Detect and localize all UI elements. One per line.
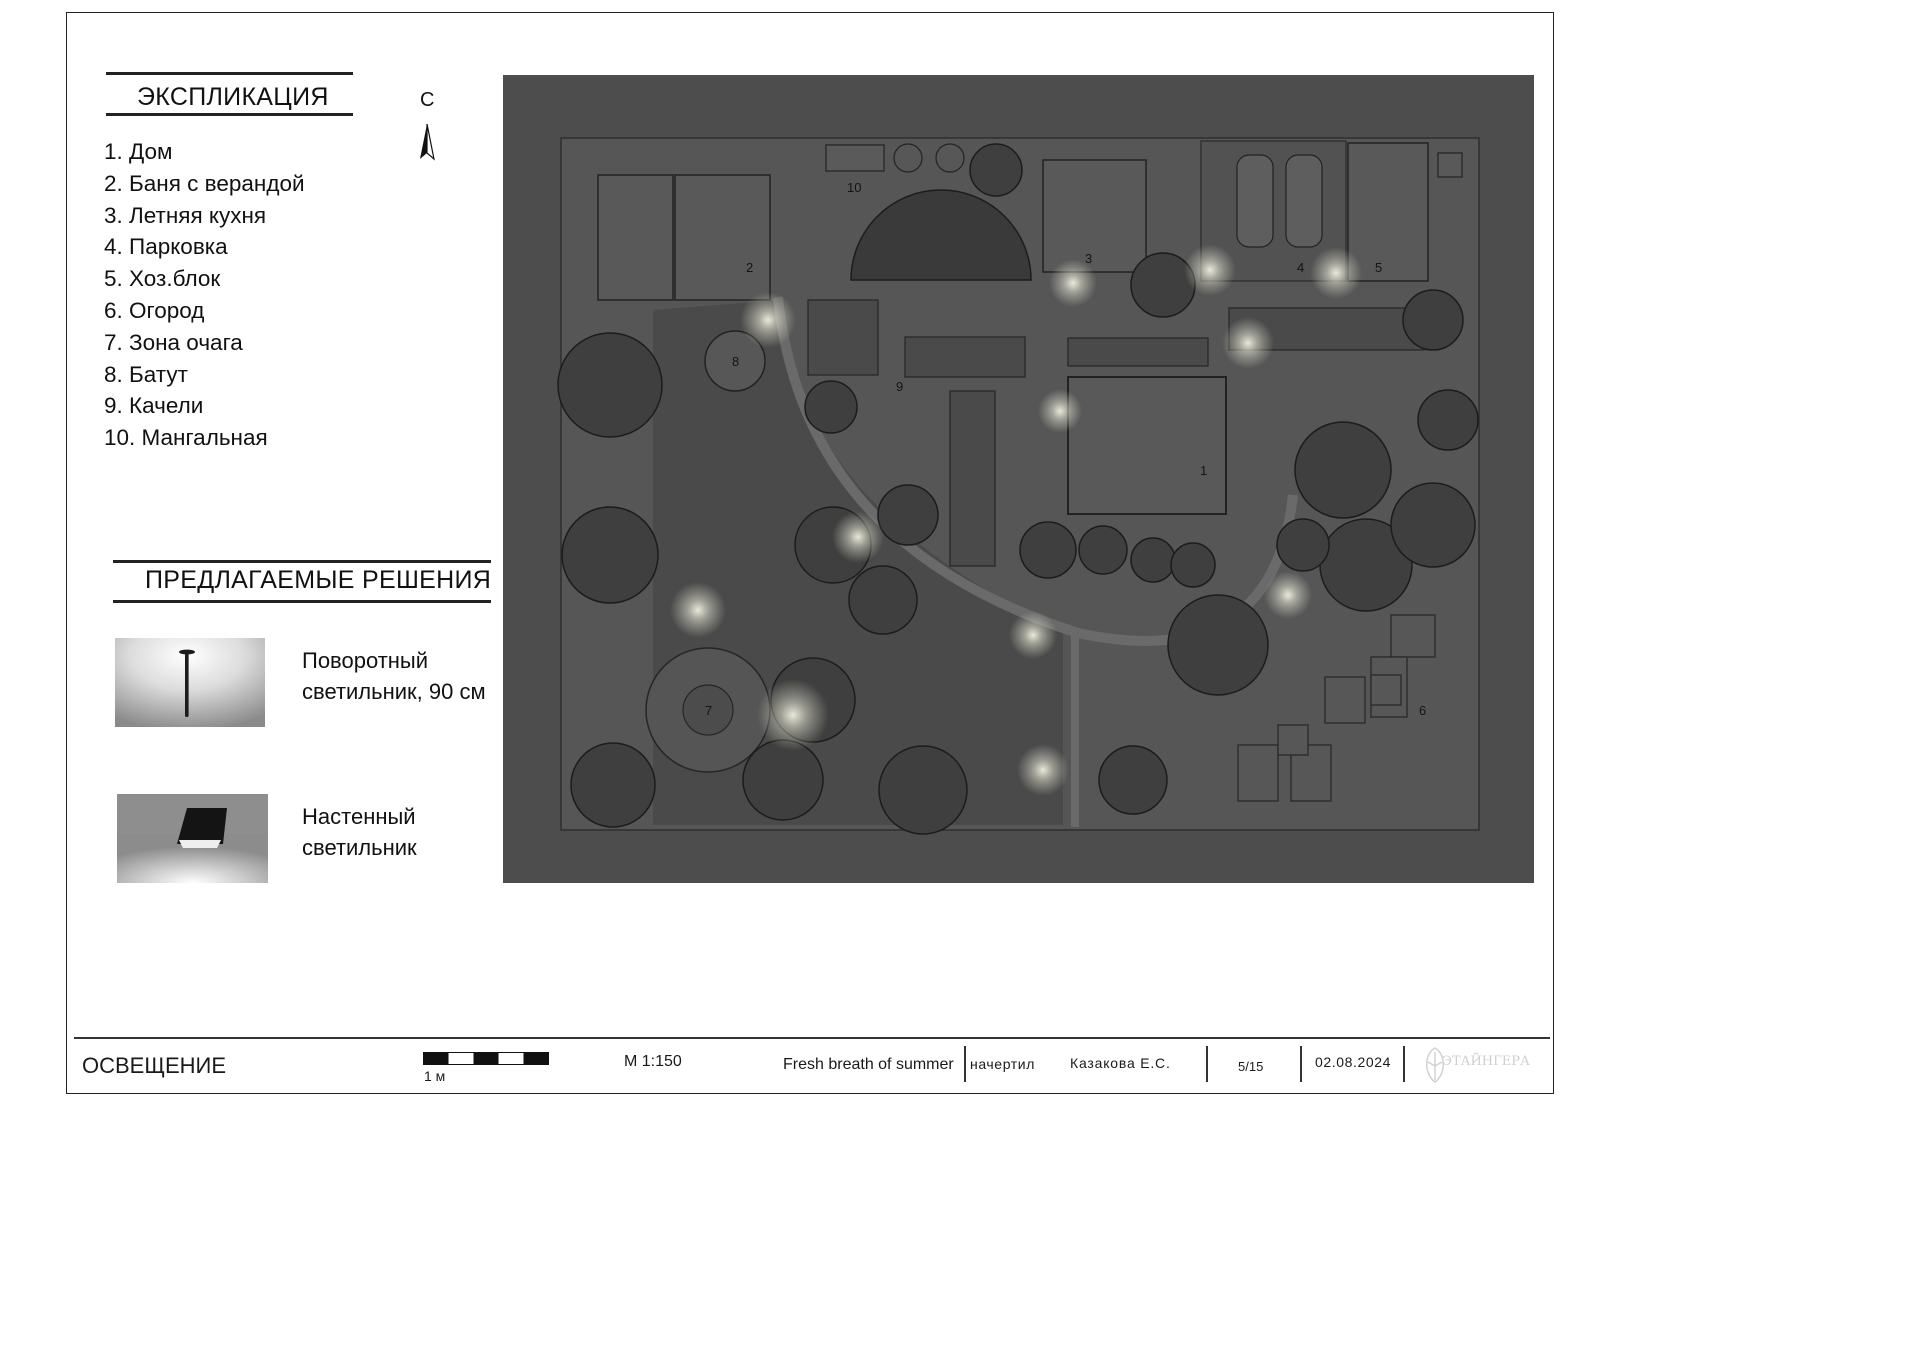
planter — [935, 143, 965, 173]
sheet-number: 5/15 — [1238, 1059, 1264, 1074]
planter — [893, 143, 923, 173]
title-block-rule — [74, 1037, 1550, 1039]
north-arrow-icon — [420, 123, 435, 161]
solutions-bottom-rule — [113, 600, 491, 603]
sheet-title: ОСВЕЩЕНИЕ — [82, 1053, 227, 1078]
plan-label-1: 1 — [1200, 463, 1207, 478]
explication-bottom-rule — [106, 113, 353, 116]
explication-item: 2. Баня с верандой — [104, 170, 305, 196]
solutions-top-rule — [113, 560, 491, 563]
plan-label-7: 7 — [705, 703, 712, 718]
date: 02.08.2024 — [1315, 1054, 1392, 1070]
explication-item: 3. Летняя кухня — [104, 202, 267, 228]
wall-lamp-label: Настенный светильник — [302, 804, 417, 860]
wall-lamp-icon — [117, 794, 268, 883]
building-bath-left — [597, 174, 674, 301]
north-letter: С — [420, 89, 435, 111]
explication-list: 1. Дом 2. Баня с верандой 3. Летняя кухн… — [104, 136, 305, 454]
site-plan: 1 2 3 4 5 6 7 8 9 10 — [503, 75, 1534, 883]
solutions-title: ПРЕДЛАГАЕМЫЕ РЕШЕНИЯ — [145, 566, 492, 594]
plan-label-2: 2 — [746, 260, 753, 275]
scale-text: М 1:150 — [624, 1053, 682, 1070]
role-label: начертил — [970, 1056, 1035, 1072]
explication-top-rule — [106, 72, 353, 75]
scale-bar — [423, 1052, 549, 1065]
logo-text: ЭТАЙНГЕРА — [1442, 1054, 1530, 1069]
explication-item: 1. Дом — [104, 139, 173, 164]
plan-label-9: 9 — [896, 379, 903, 394]
explication-item: 10. Мангальная — [104, 425, 268, 451]
utility-box — [1437, 152, 1463, 178]
building-house — [1067, 376, 1227, 515]
car-icon — [1236, 154, 1274, 248]
building-utility — [1347, 142, 1429, 282]
plan-label-3: 3 — [1085, 251, 1092, 266]
explication-item: 4. Парковка — [104, 234, 228, 260]
building-kitchen — [1042, 159, 1147, 273]
scale-bar-label: 1 м — [424, 1068, 446, 1084]
plan-label-4: 4 — [1297, 260, 1304, 275]
plan-label-6: 6 — [1419, 703, 1426, 718]
title-block-separator — [1403, 1046, 1405, 1082]
site-plan-drawing: 1 2 3 4 5 6 7 8 9 10 — [557, 137, 1480, 835]
plan-label-10: 10 — [847, 180, 861, 195]
bollard-lamp-label: Поворотный светильник, 90 см — [302, 648, 486, 704]
title-block-separator — [964, 1046, 966, 1082]
bollard-lamp-icon — [115, 638, 265, 727]
plan-label-8: 8 — [732, 354, 739, 369]
explication-item: 5. Хоз.блок — [104, 266, 221, 292]
explication-title: ЭКСПЛИКАЦИЯ — [137, 83, 329, 111]
title-block-separator — [1300, 1046, 1302, 1082]
author-name: Казакова Е.С. — [1070, 1055, 1171, 1071]
plan-label-5: 5 — [1375, 260, 1382, 275]
car-icon — [1285, 154, 1323, 248]
building-bath — [674, 174, 771, 301]
project-name: Fresh breath of summer — [783, 1056, 954, 1073]
title-block-separator — [1206, 1046, 1208, 1082]
explication-item: 8. Батут — [104, 361, 188, 387]
explication-item: 9. Качели — [104, 393, 204, 419]
explication-item: 6. Огород — [104, 297, 205, 323]
explication-item: 7. Зона очага — [104, 329, 243, 355]
bbq-counter — [825, 144, 885, 172]
